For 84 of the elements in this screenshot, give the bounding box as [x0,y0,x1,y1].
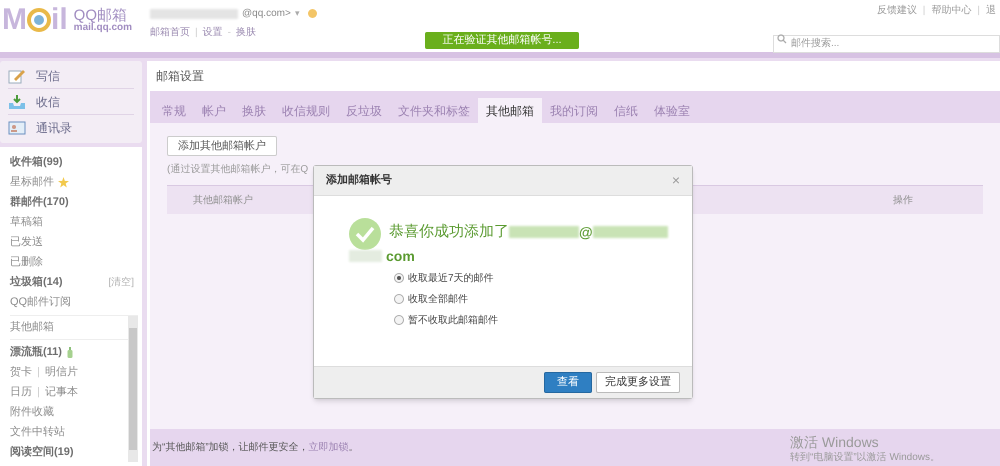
logo-letter: il [51,5,68,35]
star-icon [58,176,69,188]
redaction-mark [509,226,579,238]
settings-tab[interactable]: 我的订阅 [542,98,606,123]
settings-tab[interactable]: 文件夹和标签 [390,98,478,123]
logo-ring-icon [27,8,51,32]
app-link[interactable]: 日历 [10,384,32,400]
email-domain: com [386,246,415,266]
activation-text: 转到“电脑设置”以激活 Windows。 [790,452,940,464]
panel-title: 邮箱设置 [155,68,205,85]
settings-tab[interactable]: 体验室 [646,98,698,123]
folder-link[interactable]: 垃圾箱(14) [10,274,63,290]
nav-link[interactable]: 设置 [202,25,223,40]
app-link[interactable]: 附件收藏 [10,404,54,420]
column-header: 其他邮箱帐户 [193,194,253,208]
success-check-icon [349,218,381,250]
app-link[interactable]: 漂流瓶(11) [10,344,62,360]
nav-link[interactable]: 邮箱首页 [150,25,190,40]
nav-separator: - [228,26,231,40]
link-separator: | [977,4,980,18]
footer-text: 为“其他邮箱”加锁，让邮件更安全，立即加锁。 [152,440,359,455]
folder-link[interactable]: 群邮件(170) [10,194,69,210]
bottle-icon [66,346,73,358]
brand-domain: mail.qq.com [74,22,132,32]
app-link[interactable]: 明信片 [44,364,78,380]
settings-tab[interactable]: 信纸 [606,98,646,123]
settings-tab[interactable]: 收信规则 [274,98,338,123]
pencil-icon [8,68,26,84]
settings-tab[interactable]: 常规 [154,98,194,123]
redaction-mark [349,250,382,262]
close-button[interactable]: × [672,170,680,191]
link-separator: | [37,364,40,380]
link-separator: | [922,4,926,18]
view-button[interactable]: 查看 [544,372,592,393]
radio-label[interactable]: 收取全部邮件 [408,292,468,306]
folder-link[interactable]: 草稿箱 [10,214,43,230]
email-at: @ [579,222,593,242]
clear-link[interactable]: [清空] [108,274,134,290]
radio-label[interactable]: 收取最近7天的邮件 [408,270,494,286]
settings-tab[interactable]: 帐户 [194,98,234,123]
account-caret[interactable]: ▾ [294,6,300,20]
app-link[interactable]: 贺卡 [10,364,32,380]
folder-link[interactable]: 已删除 [10,254,43,270]
radio-button[interactable] [394,273,404,283]
folder-link[interactable]: QQ邮件订阅 [10,294,72,310]
settings-tab[interactable]: 换肤 [234,98,274,123]
inbox-download-icon [8,94,26,110]
contact-card-icon [8,120,26,136]
folder-link[interactable]: 收件箱(99) [10,154,63,170]
hint-text: (通过设置其他邮箱帐户，可在Q [167,162,308,177]
activation-title: 激活 Windows [790,434,880,452]
nav-separator: | [195,26,198,40]
add-account-button[interactable]: 添加其他邮箱帐户 [167,136,277,156]
settings-tab[interactable]: 反垃圾 [338,98,390,123]
brand-name: QQ邮箱 [74,8,128,22]
scrollbar[interactable] [128,316,138,462]
success-message: 恭喜你成功添加了 [389,222,509,242]
radio-button[interactable] [394,294,404,304]
radio-button[interactable] [394,315,404,325]
dialog-title: 添加邮箱帐号 [326,172,392,188]
search-icon [777,34,787,44]
action-link[interactable]: 写信 [8,63,134,89]
top-link[interactable]: 帮助中心 [931,3,972,18]
nav-link[interactable]: 换肤 [236,25,256,40]
folder-link[interactable]: 已发送 [10,234,43,250]
column-header: 操作 [893,194,913,208]
folder-link[interactable]: 其他邮箱 [10,319,54,336]
status-banner: 正在验证其他邮箱帐号... [425,32,579,49]
app-link[interactable]: 记事本 [44,384,78,400]
search-field[interactable]: 邮件搜索... [773,34,1000,52]
app-link[interactable]: 阅读空间(19) [10,444,74,460]
more-settings-button[interactable]: 完成更多设置 [596,372,680,393]
folder-link[interactable]: 星标邮件 [10,174,54,190]
action-link[interactable]: 通讯录 [8,115,134,141]
lock-link[interactable]: 立即加锁 [308,442,349,453]
settings-tab[interactable]: 其他邮箱 [478,98,542,123]
logo-letter: M [2,5,27,35]
top-link[interactable]: 退 [986,3,996,18]
radio-label[interactable]: 暂不收取此邮箱邮件 [408,312,498,328]
link-separator: | [37,384,40,400]
top-link[interactable]: 反馈建议 [876,3,917,18]
account-address[interactable]: @qq.com> [242,6,291,21]
action-link[interactable]: 收信 [8,89,134,115]
app-link[interactable]: 文件中转站 [10,424,65,440]
